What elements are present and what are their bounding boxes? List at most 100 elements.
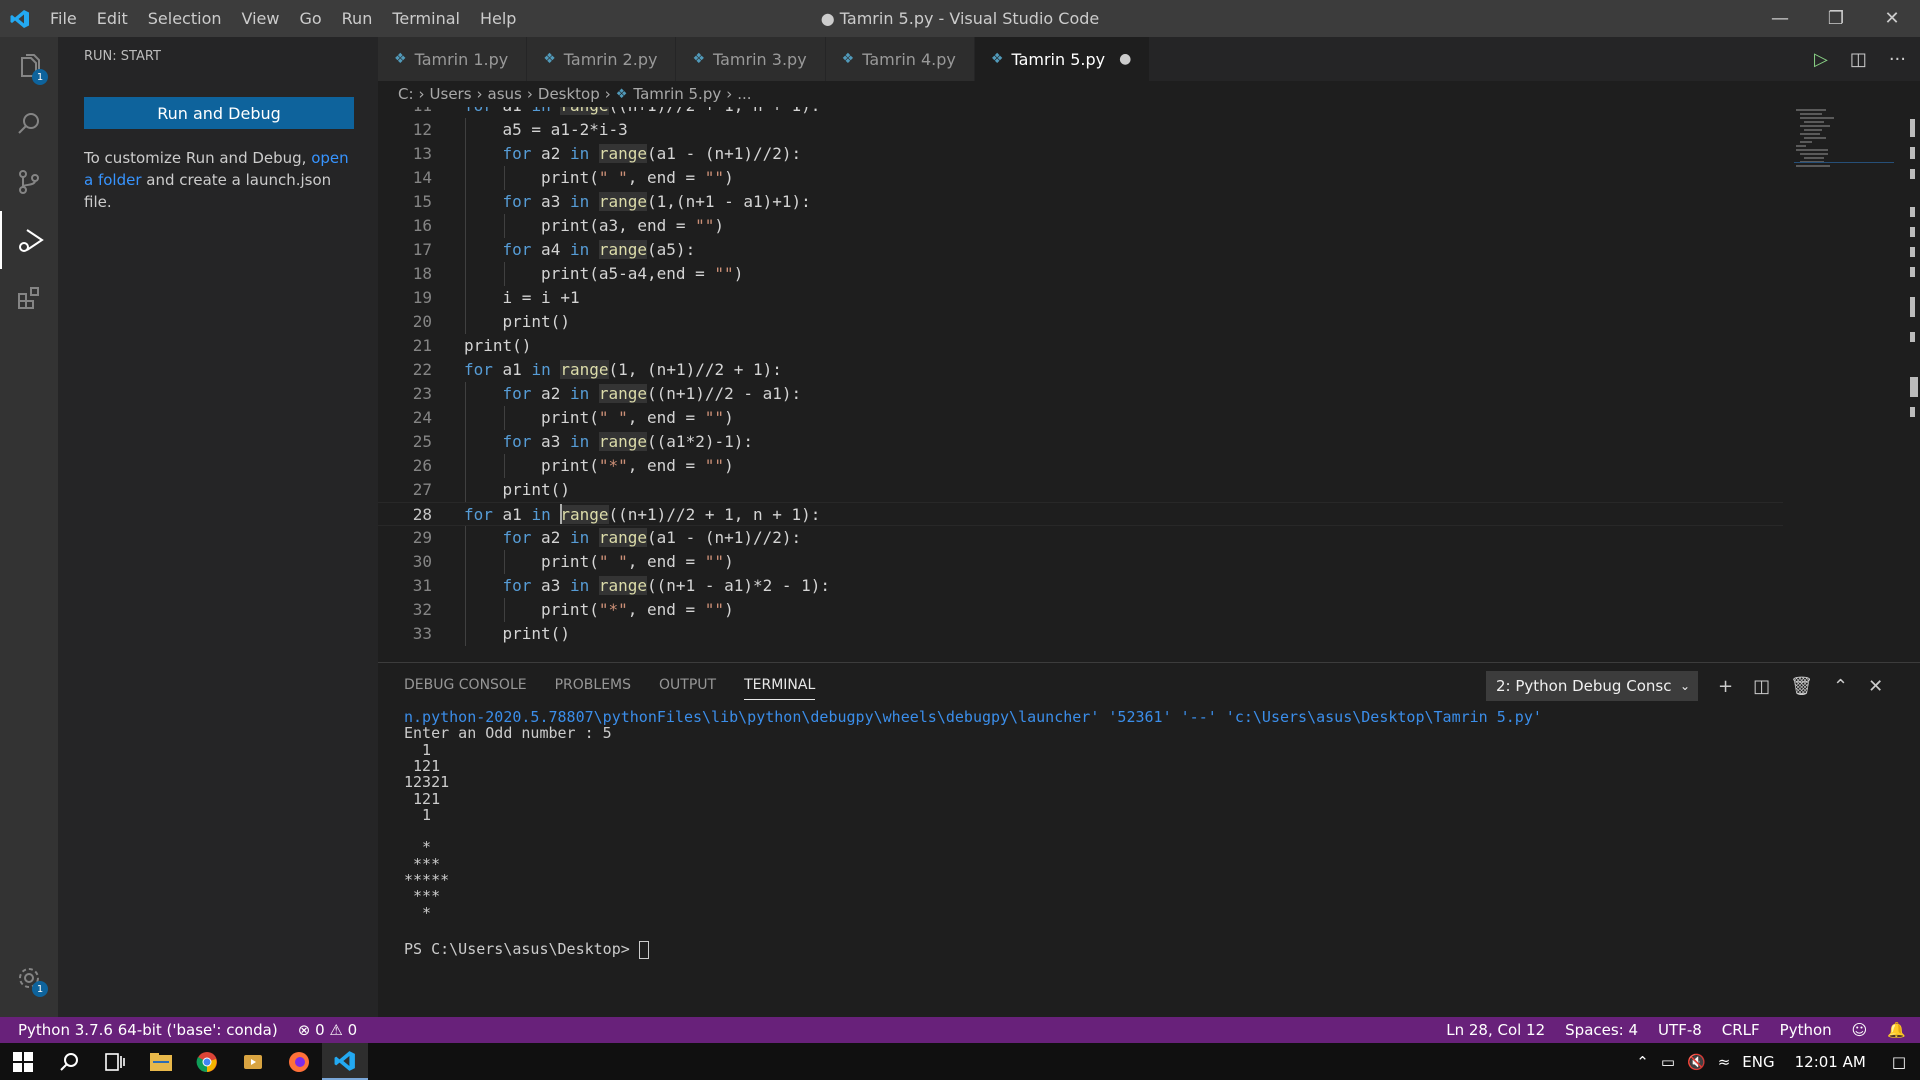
- code-line[interactable]: 15 for a3 in range(1,(n+1 - a1)+1):: [378, 190, 1783, 214]
- tab-tamrin-2-py[interactable]: ❖ Tamrin 2.py: [527, 37, 677, 81]
- chevron-right-icon: ›: [604, 85, 611, 103]
- more-actions-icon[interactable]: ···: [1889, 49, 1906, 70]
- code-token: for: [502, 432, 532, 451]
- terminal-prompt-line[interactable]: PS C:\Users\asus\Desktop>: [404, 939, 649, 959]
- minimap[interactable]: [1794, 107, 1894, 177]
- code-token: range: [598, 528, 648, 547]
- volume-muted-icon[interactable]: 🔇: [1687, 1053, 1706, 1071]
- explorer-icon[interactable]: 1: [0, 37, 58, 95]
- menu-selection[interactable]: Selection: [148, 9, 222, 28]
- code-token: print(): [502, 312, 570, 331]
- code-token: "": [704, 456, 725, 475]
- close-panel-icon[interactable]: ✕: [1868, 676, 1883, 697]
- code-line[interactable]: 16 print(a3, end = ""): [378, 214, 1783, 238]
- cursor-position[interactable]: Ln 28, Col 12: [1446, 1021, 1545, 1039]
- breadcrumb-item[interactable]: ...: [737, 85, 751, 103]
- menu-terminal[interactable]: Terminal: [392, 9, 460, 28]
- close-window-icon[interactable]: ✕: [1864, 0, 1920, 37]
- code-line[interactable]: 22 for a1 in range(1, (n+1)//2 + 1):: [378, 358, 1783, 382]
- code-line[interactable]: 18 print(a5-a4,end = ""): [378, 262, 1783, 286]
- code-line[interactable]: 26 print("*", end = ""): [378, 454, 1783, 478]
- encoding[interactable]: UTF-8: [1658, 1021, 1702, 1039]
- battery-icon[interactable]: ▭: [1661, 1053, 1675, 1071]
- settings-gear-icon[interactable]: 1: [0, 949, 58, 1007]
- kill-terminal-icon[interactable]: 🗑: [1790, 676, 1813, 697]
- code-line[interactable]: 23 for a2 in range((n+1)//2 - a1):: [378, 382, 1783, 406]
- run-file-icon[interactable]: ▷: [1814, 49, 1828, 70]
- code-line[interactable]: 21 print(): [378, 334, 1783, 358]
- breadcrumb-item[interactable]: C:: [398, 85, 414, 103]
- action-center-icon[interactable]: □: [1892, 1053, 1906, 1071]
- split-terminal-icon[interactable]: ◫: [1753, 676, 1770, 697]
- breadcrumb-item[interactable]: asus: [488, 85, 522, 103]
- split-editor-icon[interactable]: ◫: [1850, 49, 1867, 70]
- run-and-debug-button[interactable]: Run and Debug: [84, 97, 354, 129]
- wifi-icon[interactable]: ≈: [1718, 1053, 1731, 1071]
- menu-view[interactable]: View: [242, 9, 280, 28]
- source-control-icon[interactable]: [0, 153, 58, 211]
- feedback-icon[interactable]: ☺: [1852, 1021, 1868, 1039]
- restore-icon[interactable]: ❐: [1808, 0, 1864, 37]
- code-line[interactable]: 24 print(" ", end = ""): [378, 406, 1783, 430]
- tab-tamrin-5-py[interactable]: ❖ Tamrin 5.py ●: [974, 37, 1151, 81]
- indentation[interactable]: Spaces: 4: [1565, 1021, 1638, 1039]
- code-line[interactable]: 28 for a1 in range((n+1)//2 + 1, n + 1):: [378, 502, 1783, 526]
- maximize-panel-icon[interactable]: ⌃: [1833, 676, 1848, 697]
- editor-actions: ▷ ◫ ···: [1814, 37, 1906, 81]
- code-line[interactable]: 20 print(): [378, 310, 1783, 334]
- tab-tamrin-1-py[interactable]: ❖ Tamrin 1.py: [378, 37, 528, 81]
- menu-edit[interactable]: Edit: [97, 9, 128, 28]
- panel-tab-terminal[interactable]: TERMINAL: [744, 677, 816, 700]
- menu-file[interactable]: File: [50, 9, 77, 28]
- code-line[interactable]: 25 for a3 in range((a1*2)-1):: [378, 430, 1783, 454]
- tab-tamrin-3-py[interactable]: ❖ Tamrin 3.py: [676, 37, 826, 81]
- chrome-icon[interactable]: [184, 1043, 230, 1080]
- line-endings[interactable]: CRLF: [1722, 1021, 1760, 1039]
- notifications-bell-icon[interactable]: 🔔: [1887, 1021, 1906, 1039]
- menu-run[interactable]: Run: [342, 9, 373, 28]
- panel-tab-output[interactable]: OUTPUT: [659, 677, 716, 700]
- tab-tamrin-4-py[interactable]: ❖ Tamrin 4.py: [825, 37, 975, 81]
- problems-indicator[interactable]: ⊗ 0 ⚠ 0: [298, 1021, 357, 1039]
- new-terminal-icon[interactable]: +: [1718, 676, 1733, 697]
- tray-chevron-up-icon[interactable]: ⌃: [1636, 1053, 1649, 1071]
- code-line[interactable]: 33 print(): [378, 622, 1783, 646]
- windows-start-icon[interactable]: [0, 1043, 46, 1080]
- code-line[interactable]: 19 i = i +1: [378, 286, 1783, 310]
- unsaved-dot-icon[interactable]: ●: [1119, 51, 1131, 67]
- python-interpreter[interactable]: Python 3.7.6 64-bit ('base': conda): [18, 1021, 278, 1039]
- code-line[interactable]: 30 print(" ", end = ""): [378, 550, 1783, 574]
- terminal-selector[interactable]: 2: Python Debug Consc ⌄: [1486, 671, 1698, 701]
- extensions-icon[interactable]: [0, 269, 58, 327]
- task-view-icon[interactable]: [92, 1043, 138, 1080]
- minimize-icon[interactable]: —: [1752, 0, 1808, 37]
- search-icon[interactable]: [0, 95, 58, 153]
- code-line[interactable]: 27 print(): [378, 478, 1783, 502]
- menu-go[interactable]: Go: [299, 9, 321, 28]
- file-explorer-icon[interactable]: [138, 1043, 184, 1080]
- breadcrumb-item[interactable]: Desktop: [538, 85, 600, 103]
- run-debug-icon[interactable]: [0, 211, 60, 269]
- editor-scrollbar[interactable]: [1908, 107, 1918, 427]
- panel-tab-debug-console[interactable]: DEBUG CONSOLE: [404, 677, 527, 700]
- menu-help[interactable]: Help: [480, 9, 516, 28]
- language-mode[interactable]: Python: [1780, 1021, 1832, 1039]
- code-line[interactable]: 32 print("*", end = ""): [378, 598, 1783, 622]
- breadcrumb-item[interactable]: Users: [430, 85, 472, 103]
- panel-tab-problems[interactable]: PROBLEMS: [555, 677, 631, 700]
- code-line[interactable]: 11 for a1 in range((n+1)//2 + 1, n + 1):: [378, 107, 1783, 118]
- code-line[interactable]: 14 print(" ", end = ""): [378, 166, 1783, 190]
- media-app-icon[interactable]: [230, 1043, 276, 1080]
- code-editor[interactable]: 11for a1 in range((n+1)//2 + 1, n + 1):1…: [378, 107, 1920, 662]
- firefox-icon[interactable]: [276, 1043, 322, 1080]
- clock[interactable]: 12:01 AM: [1795, 1053, 1866, 1071]
- code-line[interactable]: 12 a5 = a1-2*i-3: [378, 118, 1783, 142]
- code-line[interactable]: 13 for a2 in range(a1 - (n+1)//2):: [378, 142, 1783, 166]
- code-line[interactable]: 29 for a2 in range(a1 - (n+1)//2):: [378, 526, 1783, 550]
- input-language[interactable]: ENG: [1742, 1053, 1774, 1071]
- code-line[interactable]: 17 for a4 in range(a5):: [378, 238, 1783, 262]
- code-line[interactable]: 31 for a3 in range((n+1 - a1)*2 - 1):: [378, 574, 1783, 598]
- breadcrumb-item[interactable]: Tamrin 5.py: [633, 85, 721, 103]
- vscode-taskbar-icon[interactable]: [322, 1043, 368, 1080]
- taskbar-search-icon[interactable]: [46, 1043, 92, 1080]
